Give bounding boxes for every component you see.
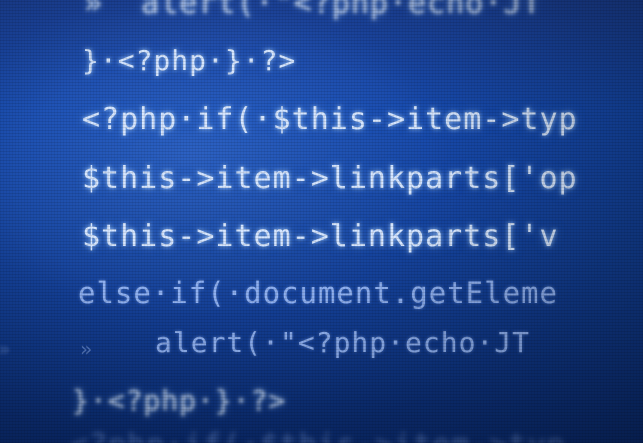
code-line-1: }·<?php·}·?> xyxy=(82,44,297,77)
code-line-0: » alert(·"<?php·echo·JT xyxy=(84,0,542,21)
code-monitor-photo: » alert(·"<?php·echo·JT }·<?php·}·?> <?p… xyxy=(0,0,643,443)
indent-marker-left: » xyxy=(0,337,10,361)
code-line-5: else·if(·document.getEleme xyxy=(78,276,558,310)
code-line-8: <?php·if(·$this->item->typ xyxy=(70,428,566,443)
code-line-7: }·<?php·}·?> xyxy=(72,384,287,417)
code-line-6: alert(·"<?php·echo·JT xyxy=(155,326,531,359)
code-line-3: $this->item->linkparts['op xyxy=(82,161,578,196)
indent-marker-right: » xyxy=(80,337,93,361)
code-line-2: <?php·if(·$this->item->typ xyxy=(82,102,578,137)
code-line-4: $this->item->linkparts['v xyxy=(82,219,559,254)
